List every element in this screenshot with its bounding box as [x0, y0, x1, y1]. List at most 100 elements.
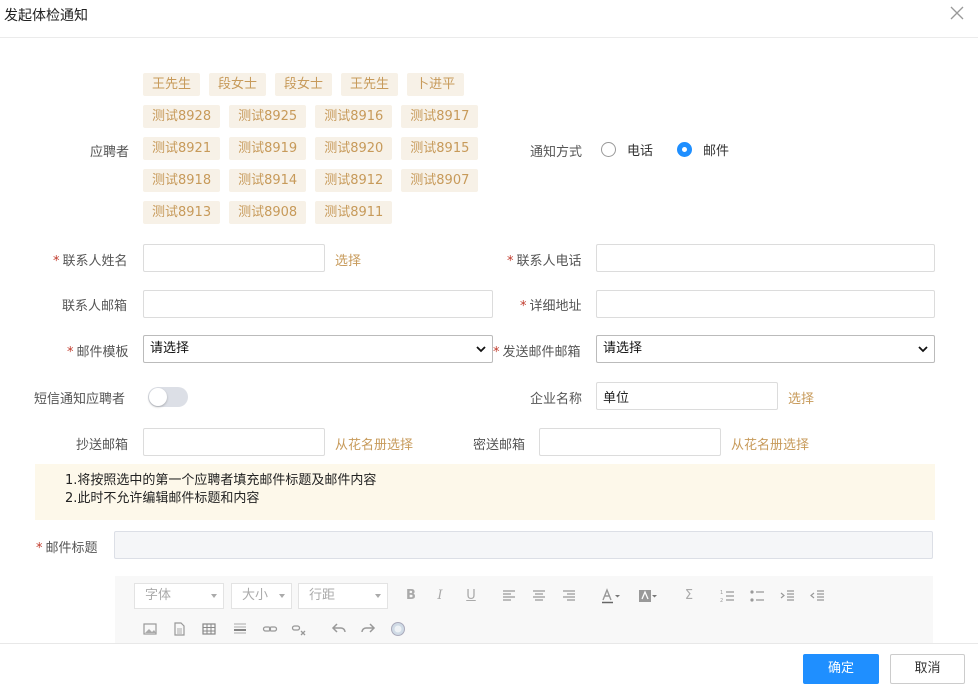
unlink-icon[interactable]	[291, 621, 307, 637]
contact-email-input[interactable]	[143, 290, 493, 318]
radio-phone[interactable]: 电话	[601, 140, 653, 159]
cc-email-input[interactable]	[143, 428, 325, 456]
applicant-tag[interactable]: 测试8928	[143, 105, 221, 128]
mail-subject-label-text: 邮件标题	[45, 541, 98, 556]
tag-row: 测试8928 测试8925 测试8916 测试8917	[143, 105, 493, 128]
radio-circle-icon	[601, 142, 616, 157]
line-height-select[interactable]: 行距	[298, 583, 388, 609]
contact-phone-label-text: 联系人电话	[516, 254, 582, 269]
applicant-tag[interactable]: 测试8918	[143, 169, 221, 192]
bcc-email-input[interactable]	[539, 428, 721, 456]
italic-icon[interactable]: I	[432, 588, 448, 604]
dialog-header: 发起体检通知	[0, 0, 978, 38]
applicant-tag[interactable]: 王先生	[341, 73, 399, 96]
required-mark: *	[493, 345, 500, 360]
applicant-tag[interactable]: 测试8920	[315, 137, 393, 160]
cc-email-label: 抄送邮箱	[76, 438, 129, 453]
align-center-icon[interactable]	[531, 588, 547, 604]
close-icon[interactable]	[948, 4, 966, 22]
link-icon[interactable]	[262, 621, 278, 637]
contact-phone-input[interactable]	[596, 244, 935, 272]
formula-sigma-icon[interactable]: Σ	[681, 588, 697, 604]
applicant-tag[interactable]: 测试8925	[229, 105, 307, 128]
address-input[interactable]	[596, 290, 935, 318]
address-label: * 详细地址	[520, 295, 582, 314]
chevron-down-icon	[476, 346, 486, 353]
notify-method-radio-group: 电话 邮件	[601, 140, 753, 159]
sender-mailbox-select[interactable]: 请选择	[596, 335, 935, 363]
bold-icon[interactable]: B	[403, 588, 419, 604]
svg-text:1: 1	[720, 590, 723, 596]
required-mark: *	[36, 541, 43, 556]
sms-notify-toggle[interactable]	[148, 387, 188, 407]
redo-icon[interactable]	[360, 621, 376, 637]
background-color-icon[interactable]	[637, 588, 659, 604]
radio-email-label: 邮件	[703, 144, 730, 159]
table-icon[interactable]	[201, 621, 217, 637]
applicant-tag[interactable]: 测试8917	[401, 105, 479, 128]
contact-name-label: * 联系人姓名	[53, 250, 128, 269]
required-mark: *	[520, 299, 527, 314]
underline-icon[interactable]: U	[463, 588, 479, 604]
confirm-button[interactable]: 确定	[803, 654, 879, 684]
applicant-tag[interactable]: 测试8908	[229, 201, 307, 224]
font-size-select[interactable]: 大小	[231, 583, 292, 609]
applicant-tag[interactable]: 测试8921	[143, 137, 221, 160]
radio-checked-icon	[677, 142, 693, 157]
svg-text:2: 2	[720, 598, 723, 604]
company-name-input[interactable]	[596, 382, 778, 410]
chevron-down-icon	[918, 346, 928, 353]
mail-subject-label: * 邮件标题	[36, 537, 98, 556]
address-label-text: 详细地址	[529, 299, 582, 314]
dialog-footer: 确定 取消	[0, 643, 978, 693]
applicant-tag[interactable]: 测试8912	[315, 169, 393, 192]
applicant-tag[interactable]: 段女士	[275, 73, 333, 96]
applicant-tag[interactable]: 段女士	[209, 73, 267, 96]
mail-template-label: * 邮件模板	[67, 341, 129, 360]
image-icon[interactable]	[142, 621, 158, 637]
sender-mailbox-label: * 发送邮件邮箱	[493, 341, 581, 360]
cc-roster-link[interactable]: 从花名册选择	[335, 434, 413, 453]
applicant-tag[interactable]: 测试8907	[401, 169, 479, 192]
align-left-icon[interactable]	[501, 588, 517, 604]
cancel-button[interactable]: 取消	[890, 654, 965, 684]
applicant-tag[interactable]: 测试8913	[143, 201, 221, 224]
font-color-icon[interactable]	[600, 588, 622, 604]
mail-template-select[interactable]: 请选择	[143, 335, 493, 363]
undo-icon[interactable]	[331, 621, 347, 637]
company-select-link[interactable]: 选择	[788, 388, 814, 407]
applicant-tag[interactable]: 测试8914	[229, 169, 307, 192]
bcc-roster-link[interactable]: 从花名册选择	[731, 434, 809, 453]
outdent-icon[interactable]	[809, 588, 825, 604]
applicant-tag[interactable]: 测试8916	[315, 105, 393, 128]
emoticon-icon[interactable]	[390, 621, 406, 637]
contact-name-select-link[interactable]: 选择	[335, 250, 361, 269]
font-family-select[interactable]: 字体	[134, 583, 224, 609]
applicant-tag[interactable]: 卜进平	[407, 73, 465, 96]
unordered-list-icon[interactable]	[749, 588, 765, 604]
company-name-label: 企业名称	[530, 392, 583, 407]
mail-subject-input[interactable]	[114, 531, 933, 559]
radio-email[interactable]: 邮件	[677, 140, 729, 159]
applicants-label: 应聘者	[90, 145, 130, 160]
applicant-tag[interactable]: 王先生	[143, 73, 201, 96]
radio-phone-label: 电话	[627, 144, 654, 159]
indent-icon[interactable]	[779, 588, 795, 604]
ordered-list-icon[interactable]: 12	[719, 588, 735, 604]
tag-row: 测试8918 测试8914 测试8912 测试8907	[143, 169, 493, 192]
applicant-tag[interactable]: 测试8915	[401, 137, 479, 160]
toggle-knob	[149, 388, 167, 406]
contact-name-input[interactable]	[143, 244, 325, 272]
contact-email-label: 联系人邮箱	[62, 299, 128, 314]
applicant-tags: 王先生 段女士 段女士 王先生 卜进平 测试8928 测试8925 测试8916…	[143, 73, 493, 233]
horizontal-rule-icon[interactable]	[232, 621, 248, 637]
font-family-value: 字体	[145, 588, 172, 603]
applicant-tag[interactable]: 测试8919	[229, 137, 307, 160]
align-right-icon[interactable]	[561, 588, 577, 604]
applicant-tag[interactable]: 测试8911	[315, 201, 393, 224]
rich-text-editor-toolbar: 字体 大小 行距 B I U Σ 12	[115, 576, 933, 644]
file-icon[interactable]	[171, 621, 187, 637]
dialog-title: 发起体检通知	[4, 8, 88, 24]
notice-box: 1.将按照选中的第一个应聘者填充邮件标题及邮件内容 2.此时不允许编辑邮件标题和…	[35, 464, 935, 520]
mail-template-label-text: 邮件模板	[76, 345, 129, 360]
